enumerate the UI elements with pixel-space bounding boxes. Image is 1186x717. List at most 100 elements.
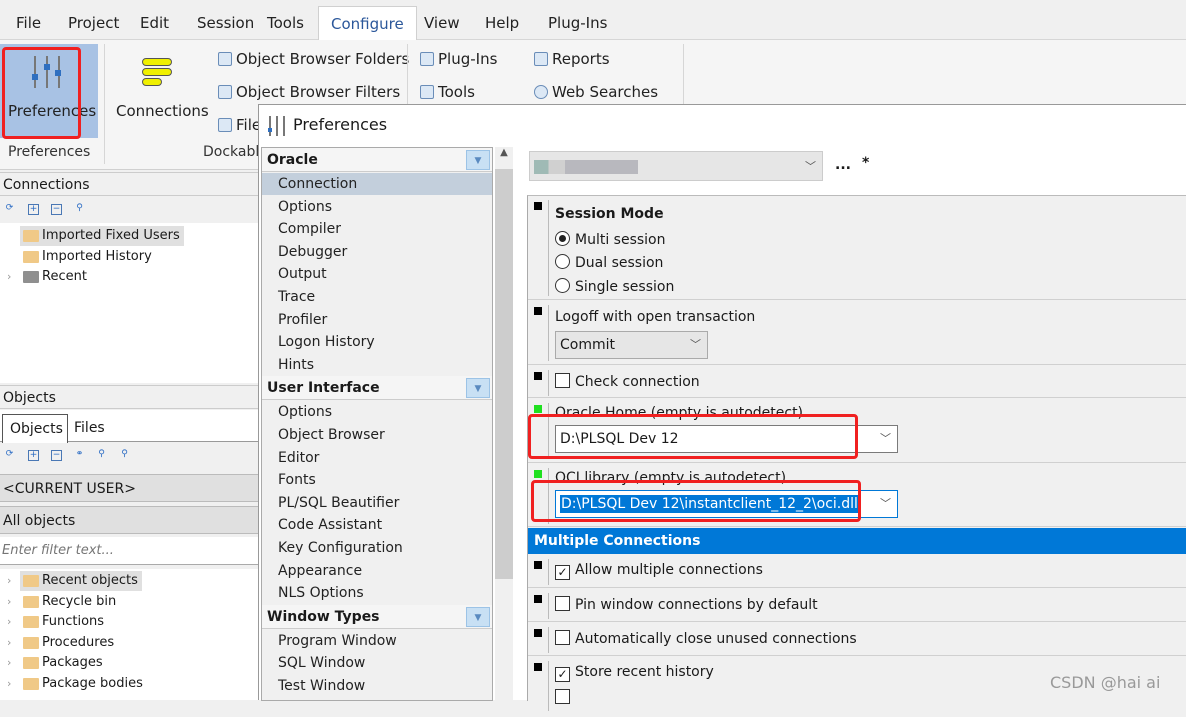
auto-close-checkbox[interactable]: Automatically close unused connections bbox=[555, 630, 857, 647]
category-item[interactable]: Fonts bbox=[262, 469, 492, 491]
single-session-radio[interactable]: Single session bbox=[555, 278, 674, 295]
menu-plug-ins[interactable]: Plug-Ins bbox=[536, 6, 619, 40]
menu-view[interactable]: View bbox=[412, 6, 472, 40]
binoculars-icon[interactable]: ⚭ bbox=[74, 450, 85, 461]
refresh-icon[interactable]: ⟳ bbox=[4, 204, 15, 215]
radio-icon bbox=[555, 278, 570, 293]
tree-item[interactable]: › Recycle bin bbox=[7, 592, 116, 612]
category-item[interactable]: Logon History bbox=[262, 331, 492, 353]
category-item[interactable]: Connection bbox=[262, 173, 492, 195]
allow-multiple-row: ✓ Allow multiple connections bbox=[528, 555, 1186, 588]
category-item[interactable]: Code Assistant bbox=[262, 514, 492, 536]
scrollbar-thumb[interactable] bbox=[495, 169, 513, 579]
tree-item[interactable]: › Package bodies bbox=[7, 674, 143, 694]
category-item[interactable]: SQL Window bbox=[262, 652, 492, 674]
category-item[interactable]: Test Window bbox=[262, 675, 492, 697]
chevron-right-icon[interactable]: › bbox=[7, 592, 11, 612]
browse-button[interactable]: ... bbox=[835, 157, 851, 173]
tree-item[interactable]: › Functions bbox=[7, 612, 104, 632]
chevron-right-icon[interactable]: › bbox=[7, 612, 11, 632]
chevron-right-icon[interactable]: › bbox=[7, 267, 11, 287]
category-scrollbar[interactable]: ▲ bbox=[495, 147, 513, 701]
collapse-icon[interactable]: − bbox=[51, 450, 62, 461]
filter-edit-icon[interactable]: ⚲ bbox=[119, 450, 130, 461]
scroll-up-icon[interactable]: ▲ bbox=[495, 147, 513, 158]
folder-icon bbox=[23, 230, 39, 242]
web-searches-button[interactable]: Web Searches bbox=[534, 83, 658, 101]
tree-item[interactable]: › Packages bbox=[7, 653, 103, 673]
category-header[interactable]: Oracle bbox=[262, 148, 492, 172]
tree-item[interactable]: › Procedures bbox=[7, 633, 114, 653]
expand-icon[interactable]: + bbox=[28, 204, 39, 215]
category-item[interactable]: Object Browser bbox=[262, 424, 492, 446]
menu-edit[interactable]: Edit bbox=[128, 6, 181, 40]
tree-item[interactable]: › Recent bbox=[7, 267, 87, 287]
category-header[interactable]: Window Types bbox=[262, 604, 492, 629]
divider bbox=[683, 44, 684, 104]
category-item[interactable]: Options bbox=[262, 196, 492, 218]
multi-session-radio[interactable]: Multi session bbox=[555, 231, 666, 248]
filter-icon[interactable]: ⚲ bbox=[96, 450, 107, 461]
category-item[interactable]: Key Configuration bbox=[262, 537, 492, 559]
category-header[interactable]: User Interface bbox=[262, 376, 492, 401]
menu-project[interactable]: Project bbox=[56, 6, 131, 40]
refresh-icon[interactable]: ⟳ bbox=[4, 450, 15, 461]
allow-multiple-checkbox[interactable]: ✓ Allow multiple connections bbox=[555, 562, 763, 580]
logoff-select[interactable]: Commit ﹀ bbox=[555, 331, 708, 359]
chevron-right-icon[interactable]: › bbox=[7, 633, 11, 653]
chevron-down-icon[interactable]: ▼ bbox=[466, 606, 490, 627]
tab-files[interactable]: Files bbox=[74, 414, 105, 442]
pin-window-row: Pin window connections by default bbox=[528, 589, 1186, 622]
category-item[interactable]: Program Window bbox=[262, 630, 492, 652]
tree-item[interactable]: Imported Fixed Users bbox=[20, 226, 184, 246]
category-item[interactable]: Trace bbox=[262, 286, 492, 308]
label: Object Browser Filters bbox=[236, 83, 401, 101]
category-item[interactable]: Appearance bbox=[262, 560, 492, 582]
chevron-down-icon[interactable]: ▼ bbox=[466, 150, 490, 170]
check-connection-checkbox[interactable]: Check connection bbox=[555, 373, 700, 390]
tools-button[interactable]: Tools bbox=[420, 83, 475, 101]
category-item[interactable]: Hints bbox=[262, 354, 492, 376]
chevron-down-icon[interactable]: ▼ bbox=[466, 378, 490, 399]
object-browser-filters-button[interactable]: Object Browser Filters bbox=[218, 83, 400, 101]
user-selector[interactable]: <CURRENT USER> bbox=[0, 474, 258, 502]
chevron-right-icon[interactable]: › bbox=[7, 653, 11, 673]
store-recent-checkbox[interactable]: ✓ Store recent history bbox=[555, 664, 714, 682]
collapse-icon[interactable]: − bbox=[51, 204, 62, 215]
dual-session-radio[interactable]: Dual session bbox=[555, 254, 663, 271]
category-item[interactable]: Editor bbox=[262, 447, 492, 469]
label: Plug-Ins bbox=[438, 50, 498, 68]
menu-configure[interactable]: Configure bbox=[318, 6, 417, 41]
connections-button[interactable]: Connections bbox=[110, 44, 209, 138]
dialog-title: Preferences bbox=[293, 115, 388, 134]
plugins-button[interactable]: Plug-Ins bbox=[420, 50, 497, 68]
pin-window-checkbox[interactable]: Pin window connections by default bbox=[555, 596, 818, 613]
checkbox-icon bbox=[555, 596, 570, 611]
category-item[interactable]: Profiler bbox=[262, 309, 492, 331]
expand-icon[interactable]: + bbox=[28, 450, 39, 461]
category-item[interactable]: Compiler bbox=[262, 218, 492, 240]
category-item[interactable]: Options bbox=[262, 401, 492, 423]
object-browser-folders-button[interactable]: Object Browser Folders bbox=[218, 50, 409, 68]
menu-tools[interactable]: Tools bbox=[255, 6, 316, 40]
menu-file[interactable]: File bbox=[4, 6, 53, 40]
chevron-right-icon[interactable]: › bbox=[7, 674, 11, 694]
tree-item[interactable]: Imported History bbox=[20, 247, 152, 267]
tab-objects[interactable]: Objects bbox=[2, 414, 68, 443]
filter-text-input[interactable] bbox=[0, 537, 258, 565]
category-item[interactable]: NLS Options bbox=[262, 582, 492, 604]
menu-help[interactable]: Help bbox=[473, 6, 531, 40]
folder-icon bbox=[23, 595, 39, 608]
filter-icon[interactable]: ⚲ bbox=[74, 204, 85, 215]
reports-button[interactable]: Reports bbox=[534, 50, 610, 68]
chevron-down-icon: ﹀ bbox=[690, 338, 701, 351]
category-item[interactable]: PL/SQL Beautifier bbox=[262, 492, 492, 514]
connection-selector[interactable]: ﹀ bbox=[529, 151, 823, 181]
object-filter-selector[interactable]: All objects bbox=[0, 506, 258, 534]
chevron-right-icon[interactable]: › bbox=[7, 571, 11, 591]
category-item[interactable]: Output bbox=[262, 263, 492, 285]
category-item[interactable]: Debugger bbox=[262, 241, 492, 263]
files-button[interactable]: File bbox=[218, 116, 261, 134]
tree-item[interactable]: › Recent objects bbox=[7, 571, 142, 591]
clipped-checkbox[interactable] bbox=[555, 689, 575, 706]
